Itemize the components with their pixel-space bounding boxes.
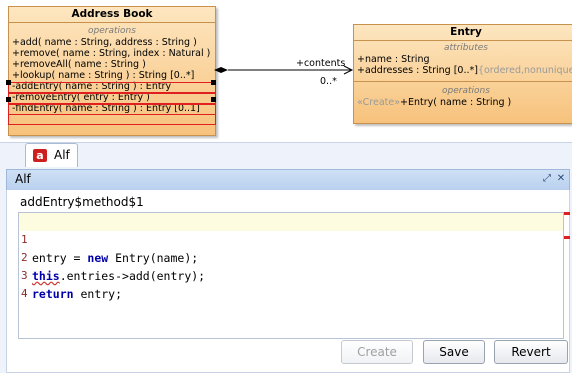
resize-handle[interactable] — [6, 80, 11, 85]
alf-view-title: Alf — [15, 172, 31, 186]
resize-handle[interactable] — [6, 97, 11, 102]
method-name-label: addEntry$method$1 — [20, 195, 144, 209]
code-line[interactable]: 2 this.entries->add(entry); — [19, 231, 563, 283]
op-remove[interactable]: +remove( name : String, index : Natural … — [9, 48, 215, 59]
create-button[interactable]: Create — [341, 340, 413, 364]
operations-section-label: operations — [88, 26, 136, 36]
create-stereotype: «Create» — [357, 97, 401, 108]
resize-handle[interactable] — [211, 97, 216, 102]
error-marker[interactable] — [564, 236, 570, 239]
entry-class[interactable]: Entry attributes +name : String +address… — [353, 24, 572, 124]
entry-operations-section-label: operations — [442, 86, 490, 96]
revert-button[interactable]: Revert — [494, 340, 568, 364]
alf-view-header: Alf ⤢ ✕ — [6, 169, 570, 191]
code-line[interactable]: 1 entry = new Entry(name); — [19, 213, 563, 265]
selection-box-lookup — [8, 82, 216, 93]
tab-alf-label: Alf — [54, 148, 70, 162]
code-editor[interactable]: 1 entry = new Entry(name); 2 this.entrie… — [18, 212, 564, 339]
attr-name[interactable]: +name : String — [354, 54, 572, 65]
op-entry-constructor[interactable]: «Create»+Entry( name : String ) — [354, 97, 572, 108]
address-book-title: Address Book — [9, 7, 215, 23]
selection-box-find-entry — [8, 114, 216, 125]
attr-addresses-label: +addresses — [357, 65, 414, 76]
code-line[interactable]: 3 return entry; — [19, 249, 563, 301]
attr-addresses-modifiers: {ordered,nonunique} — [477, 65, 572, 76]
attr-addresses[interactable]: +addresses : String [0..*]{ordered,nonun… — [354, 65, 572, 76]
op-lookup[interactable]: +lookup( name : String ) : String [0..*] — [9, 70, 215, 81]
constructor-signature: +Entry( name : String ) — [400, 97, 512, 108]
attributes-section-label: attributes — [444, 43, 488, 53]
op-add[interactable]: +add( name : String, address : String ) — [9, 37, 215, 48]
attr-name-label: +name — [357, 54, 392, 65]
resize-handle[interactable] — [211, 80, 216, 85]
entry-title: Entry — [354, 25, 572, 41]
save-button[interactable]: Save — [423, 340, 485, 364]
association-multiplicity-label: 0..* — [320, 76, 337, 87]
op-remove-all[interactable]: +removeAll( name : String ) — [9, 59, 215, 70]
line-number: 4 — [21, 287, 28, 300]
restore-icon[interactable]: ⤢ — [541, 173, 553, 185]
attr-addresses-type: : String [0..*] — [413, 65, 478, 76]
attr-name-type: : String — [391, 54, 430, 65]
code-line[interactable]: 4 — [19, 267, 563, 300]
tab-alf[interactable]: a Alf — [25, 143, 78, 167]
selection-box-add-entry — [8, 93, 216, 104]
alf-logo-icon: a — [33, 149, 47, 162]
error-marker[interactable] — [564, 212, 570, 215]
association-role-label: +contents — [296, 58, 346, 69]
close-icon[interactable]: ✕ — [555, 173, 567, 185]
